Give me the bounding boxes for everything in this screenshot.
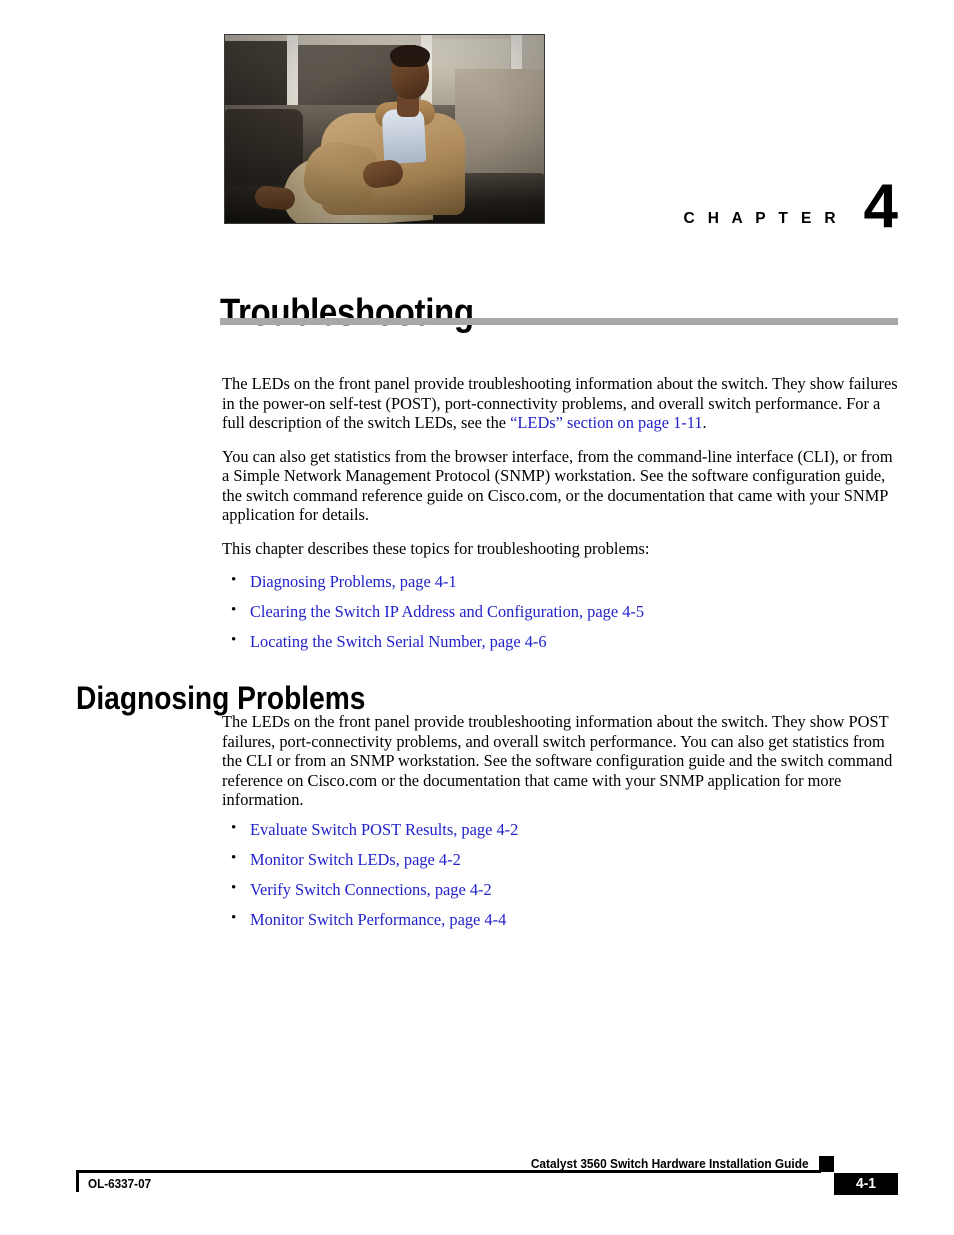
page-title: Troubleshooting: [220, 292, 474, 335]
list-item: Locating the Switch Serial Number, page …: [222, 631, 898, 651]
footer-document-number: OL-6337-07: [88, 1176, 152, 1191]
footer-guide-title: Catalyst 3560 Switch Hardware Installati…: [531, 1156, 809, 1171]
list-item: Verify Switch Connections, page 4-2: [222, 879, 898, 899]
page-number-badge: 4-1: [834, 1173, 898, 1195]
list-item: Evaluate Switch POST Results, page 4-2: [222, 819, 898, 839]
section-heading-diagnosing-problems: Diagnosing Problems: [76, 679, 366, 716]
list-item: Monitor Switch Performance, page 4-4: [222, 909, 898, 929]
list-item: Clearing the Switch IP Address and Confi…: [222, 601, 898, 621]
section-body: The LEDs on the front panel provide trou…: [222, 712, 898, 940]
footer-corner-marker: [819, 1156, 834, 1172]
section-topic-list: Evaluate Switch POST Results, page 4-2 M…: [222, 819, 898, 929]
list-item: Monitor Switch LEDs, page 4-2: [222, 849, 898, 869]
footer-divider: [76, 1170, 821, 1173]
chapter-opener: C H A P T E R 4: [224, 34, 898, 238]
link-monitor-switch-leds[interactable]: Monitor Switch LEDs, page 4-2: [250, 850, 461, 869]
link-evaluate-switch-post-results[interactable]: Evaluate Switch POST Results, page 4-2: [250, 820, 518, 839]
link-locating-switch-serial-number[interactable]: Locating the Switch Serial Number, page …: [250, 632, 547, 651]
chapter-number: 4: [863, 172, 898, 241]
intro-topic-list: Diagnosing Problems, page 4-1 Clearing t…: [222, 571, 898, 651]
chapter-photo: [224, 34, 545, 224]
document-page: C H A P T E R 4 Troubleshooting The LEDs…: [0, 0, 954, 1235]
photo-vignette: [225, 35, 544, 223]
chapter-label: C H A P T E R: [683, 209, 840, 227]
link-monitor-switch-performance[interactable]: Monitor Switch Performance, page 4-4: [250, 910, 506, 929]
section-paragraph-1: The LEDs on the front panel provide trou…: [222, 712, 893, 809]
footer-left-tick: [76, 1170, 79, 1192]
intro-paragraph-2: You can also get statistics from the bro…: [222, 446, 893, 525]
page-number-label: 4-1: [856, 1175, 876, 1192]
link-diagnosing-problems[interactable]: Diagnosing Problems, page 4-1: [250, 572, 457, 591]
intro-paragraph-1-period: .: [702, 413, 707, 432]
link-verify-switch-connections[interactable]: Verify Switch Connections, page 4-2: [250, 880, 492, 899]
title-divider: [220, 318, 898, 325]
link-leds-section[interactable]: “LEDs” section on page 1-11: [510, 413, 702, 432]
list-item: Diagnosing Problems, page 4-1: [222, 571, 898, 591]
intro-body: The LEDs on the front panel provide trou…: [222, 374, 898, 662]
intro-paragraph-3: This chapter describes these topics for …: [222, 538, 650, 558]
link-clearing-switch-ip-address[interactable]: Clearing the Switch IP Address and Confi…: [250, 602, 644, 621]
intro-paragraph-1: The LEDs on the front panel provide trou…: [222, 374, 898, 433]
